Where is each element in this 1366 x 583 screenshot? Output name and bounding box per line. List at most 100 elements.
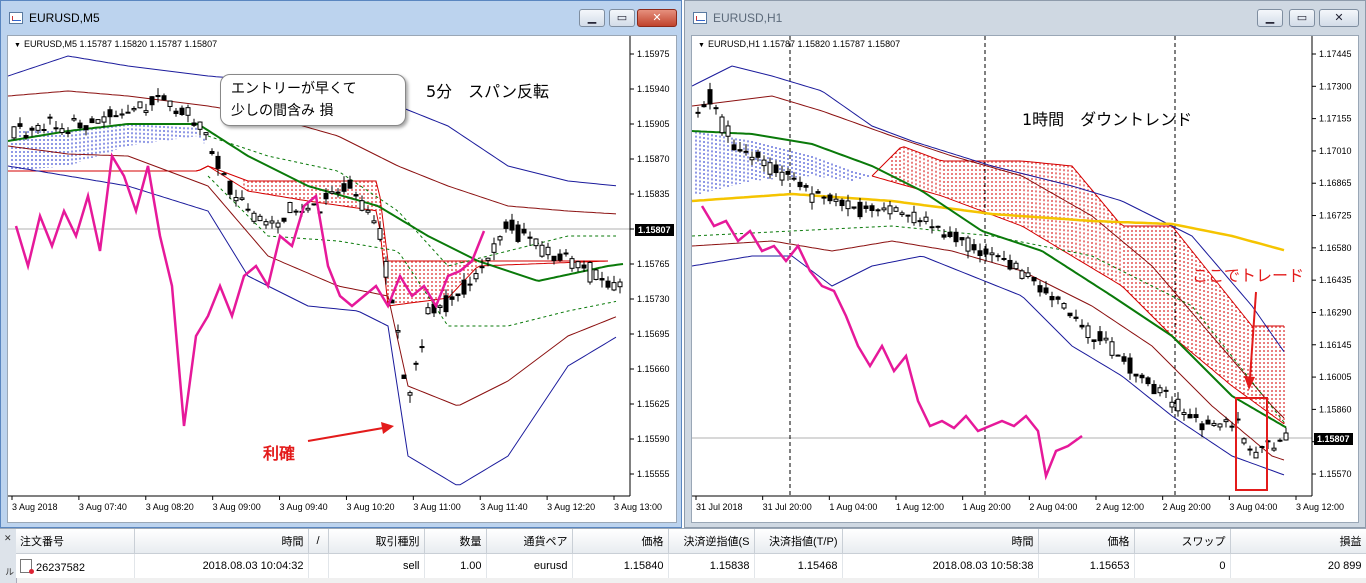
candlestick [887, 205, 893, 215]
candlestick [917, 220, 923, 223]
candlestick [365, 209, 371, 213]
candlestick [239, 197, 245, 200]
candlestick [161, 95, 167, 101]
current-price-marker: 1.15807 [1314, 433, 1353, 445]
candlestick [305, 207, 311, 211]
candlestick [1007, 259, 1013, 270]
chart-window-m5[interactable]: EURUSD,M5 ▁ ▭ ✕ 1.15975 1.15940 1.15905 1.1… [0, 0, 682, 528]
candlestick [371, 220, 377, 224]
candlestick [269, 220, 275, 224]
ohlc-readout: ▼ EURUSD,H1 1.15787 1.15820 1.15787 1.158… [698, 39, 901, 49]
cell-time: 2018.08.03 10:04:32 [134, 553, 309, 578]
candlestick [1253, 451, 1259, 459]
candlestick [455, 293, 461, 297]
close-button[interactable]: ✕ [637, 9, 677, 27]
candlestick [1187, 413, 1193, 419]
candlestick [839, 199, 845, 207]
col-header-sort[interactable]: / [308, 529, 329, 554]
candlestick [1241, 438, 1247, 444]
candlestick [545, 246, 551, 256]
candlestick [563, 252, 569, 255]
close-button[interactable]: ✕ [1319, 9, 1359, 27]
candlestick [983, 248, 989, 255]
candlestick [857, 201, 863, 218]
col-header-close-price[interactable]: 価格 [1038, 529, 1135, 554]
window-titlebar[interactable]: EURUSD,M5 ▁ ▭ ✕ [1, 1, 681, 35]
time-tick-label: 2 Aug 12:00 [1096, 502, 1144, 512]
time-tick-label: 3 Aug 04:00 [1229, 502, 1277, 512]
candlestick [605, 280, 611, 288]
candlestick [95, 119, 101, 124]
price-tick-label: 1.15975 [637, 49, 670, 59]
order-icon [20, 558, 34, 574]
candlestick [359, 200, 365, 211]
chart-window-h1[interactable]: EURUSD,H1 ▁ ▭ ✕ 1.17445 1.17300 1.17155 1.1… [684, 0, 1366, 528]
candlestick [1061, 303, 1067, 309]
cell-profit: 20 899 [1230, 553, 1366, 578]
candlestick [257, 215, 263, 222]
candlestick [233, 197, 239, 202]
candlestick [1037, 285, 1043, 293]
close-icon[interactable]: ✕ [4, 533, 12, 544]
col-header-close-time[interactable]: 時間 [842, 529, 1039, 554]
col-header-tp[interactable]: 決済指値(T/P) [754, 529, 843, 554]
candlestick [71, 117, 77, 121]
cell-type: sell [328, 553, 425, 578]
candlestick [581, 264, 587, 269]
candlestick [827, 194, 833, 202]
window-titlebar[interactable]: EURUSD,H1 ▁ ▭ ✕ [685, 1, 1365, 35]
comment-bubble: エントリーが早くて 少しの間含み 損 [220, 74, 406, 126]
trade-highlight-box [1235, 397, 1268, 491]
col-header-price[interactable]: 価格 [572, 529, 669, 554]
price-tick-label: 1.15590 [637, 434, 670, 444]
col-header-time[interactable]: 時間 [134, 529, 309, 554]
candlestick [533, 238, 539, 247]
candlestick [1067, 312, 1073, 317]
orders-table: 注文番号 時間 / 取引種別 数量 通貨ペア 価格 決済逆指値(S 決済指値(T… [16, 529, 1366, 578]
bollinger-upper [692, 65, 1285, 352]
candlestick [1127, 357, 1133, 374]
candlestick [11, 126, 17, 139]
dropdown-triangle-icon[interactable]: ▼ [698, 42, 705, 49]
price-chart-m5[interactable]: 1.15975 1.15940 1.15905 1.15870 1.15835 1.158… [7, 35, 677, 523]
minimize-button[interactable]: ▁ [579, 9, 605, 27]
candlestick [1091, 339, 1097, 342]
candlestick [425, 307, 431, 315]
candlestick [35, 124, 41, 131]
time-tick-label: 3 Aug 09:40 [280, 502, 328, 512]
candlestick [1157, 387, 1163, 394]
col-header-volume[interactable]: 数量 [424, 529, 487, 554]
candlestick [713, 107, 719, 110]
candlestick [869, 205, 875, 212]
annotation-span-reversal: 5分 スパン反転 [426, 82, 549, 101]
candlestick [473, 273, 479, 280]
candlestick [1049, 296, 1055, 301]
candlestick [995, 255, 1001, 258]
minimize-button[interactable]: ▁ [1257, 9, 1283, 27]
candlestick [137, 101, 143, 109]
maximize-button[interactable]: ▭ [609, 9, 635, 27]
candlestick [1013, 262, 1019, 270]
col-header-type[interactable]: 取引種別 [328, 529, 425, 554]
price-chart-h1[interactable]: 1.17445 1.17300 1.17155 1.17010 1.16865 1.167… [691, 35, 1359, 523]
candlestick [593, 269, 599, 280]
candlestick [53, 127, 59, 130]
table-row[interactable]: 26237582 2018.08.03 10:04:32 sell 1.00 e… [16, 553, 1366, 578]
candlestick [125, 111, 131, 114]
col-header-swap[interactable]: スワップ [1134, 529, 1231, 554]
col-header-symbol[interactable]: 通貨ペア [486, 529, 573, 554]
maximize-button[interactable]: ▭ [1289, 9, 1315, 27]
col-header-sl[interactable]: 決済逆指値(S [668, 529, 755, 554]
dropdown-triangle-icon[interactable]: ▼ [14, 42, 21, 49]
candlestick [1205, 419, 1211, 425]
col-header-profit[interactable]: 損益 [1230, 529, 1366, 554]
candlestick [749, 156, 755, 161]
cell-tp: 1.15468 [754, 553, 843, 578]
terminal-panel: ✕ ターミナル 注文番号 時間 / 取引種別 数量 通貨ペア 価格 決済逆指値(… [0, 528, 1366, 583]
candlestick [893, 207, 899, 212]
col-header-order[interactable]: 注文番号 [16, 529, 135, 554]
candlestick [461, 279, 467, 295]
candlestick [821, 196, 827, 199]
candlestick [923, 216, 929, 222]
annotation-arrow-line [307, 427, 384, 442]
